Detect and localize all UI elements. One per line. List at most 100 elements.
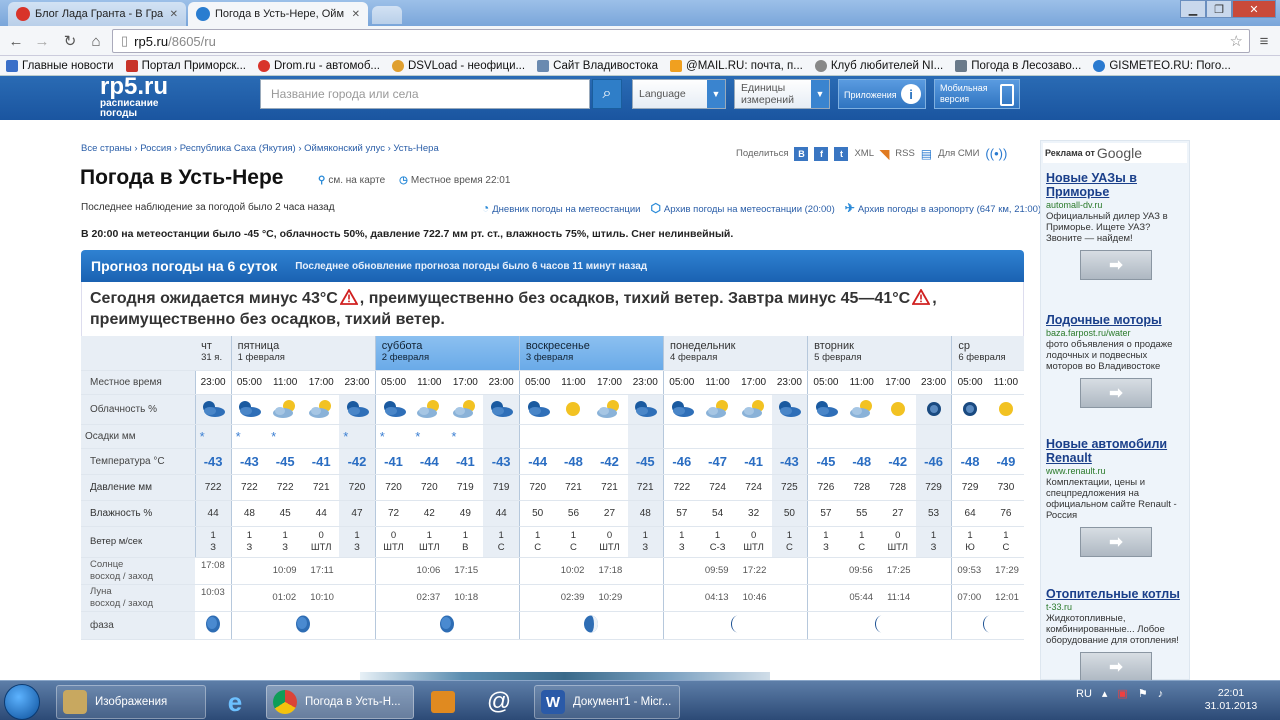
bookmark-item[interactable]: Портал Приморск... xyxy=(120,59,252,72)
vk-icon[interactable]: B xyxy=(794,146,809,161)
tray-arrow-icon[interactable]: ▴ xyxy=(1102,687,1108,700)
ad-arrow-button[interactable]: ➡ xyxy=(1080,250,1152,280)
taskbar-word[interactable]: W Документ1 - Micr... xyxy=(534,685,680,719)
taskbar-ie[interactable]: e xyxy=(210,685,260,719)
taskbar-chrome[interactable]: Погода в Усть-Н... xyxy=(266,685,414,719)
bookmark-item[interactable]: Погода в Лесозаво... xyxy=(949,59,1087,72)
forward-icon[interactable]: → xyxy=(32,31,52,51)
xml-link[interactable]: XML xyxy=(854,148,874,159)
city-search-input[interactable]: Название города или села xyxy=(260,79,590,109)
ad-title[interactable]: Новые УАЗы в Приморье xyxy=(1046,171,1186,199)
broadcast-icon[interactable]: ((•)) xyxy=(985,146,1007,161)
volume-icon[interactable]: ♪ xyxy=(1158,688,1164,700)
day-header[interactable]: ср 6 февраля xyxy=(951,336,1024,371)
ad-item[interactable]: Новые автомобили Renault www.renault.ru Ко… xyxy=(1046,437,1186,557)
close-window-icon[interactable]: ✕ xyxy=(1232,0,1276,18)
bookmark-item[interactable]: Drom.ru - автомоб... xyxy=(252,59,386,72)
ad-arrow-button[interactable]: ➡ xyxy=(1080,378,1152,408)
ad-title[interactable]: Лодочные моторы xyxy=(1046,313,1186,327)
reload-icon[interactable]: ↻ xyxy=(60,31,80,51)
cloud-cell xyxy=(555,394,592,425)
media-link[interactable]: Для СМИ xyxy=(938,148,979,159)
minimize-icon[interactable]: ▁ xyxy=(1180,0,1206,18)
station-diary-link[interactable]: ◔ Дневник погоды на метеостанции xyxy=(482,201,640,215)
new-tab-button[interactable] xyxy=(372,6,402,24)
precip-cell xyxy=(303,424,340,449)
menu-icon[interactable]: ≡ xyxy=(1254,31,1274,51)
humidity-cell: 50 xyxy=(518,500,556,527)
bookmark-icon xyxy=(1093,59,1106,72)
rss-icon[interactable]: ◥ xyxy=(880,147,889,161)
address-bar[interactable]: ▯ rp5.ru/8605/ru ☆ xyxy=(112,29,1250,53)
day-header[interactable]: понедельник 4 февраля xyxy=(663,336,808,371)
bookmark-star-icon[interactable]: ☆ xyxy=(1230,32,1243,50)
ad-title[interactable]: Отопительные котлы xyxy=(1046,587,1186,601)
flag-icon[interactable]: ⚑ xyxy=(1138,687,1148,700)
airport-archive-link[interactable]: ✈ Архив погоды в аэропорту (647 км, 21:00… xyxy=(845,201,1041,215)
partly-cloudy-icon xyxy=(416,400,442,418)
back-icon[interactable]: ← xyxy=(6,31,26,51)
ad-title[interactable]: Новые автомобили Renault xyxy=(1046,437,1186,465)
sun-icon xyxy=(560,402,586,416)
wind-speed: 1 xyxy=(246,529,253,541)
ad-arrow-button[interactable]: ➡ xyxy=(1080,652,1152,682)
day-header[interactable]: чт 31 я. xyxy=(195,336,232,371)
moon-rise: 02:39 xyxy=(560,592,585,603)
bookmark-item[interactable]: Клуб любителей NI... xyxy=(809,59,949,72)
twitter-icon[interactable]: t xyxy=(834,146,849,161)
mobile-version-button[interactable]: Мобильная версия xyxy=(934,79,1020,109)
day-header[interactable]: пятница 1 февраля xyxy=(230,336,376,371)
precip-cell xyxy=(663,424,700,449)
units-dropdown[interactable]: Единицы измерений ▼ xyxy=(734,79,830,109)
taskbar-mail[interactable]: @ xyxy=(474,685,524,719)
day-header[interactable]: суббота 2 февраля xyxy=(374,336,520,371)
time-cell: 11:00 xyxy=(843,370,880,395)
taskbar-media[interactable] xyxy=(418,685,468,719)
wind-direction: З xyxy=(246,541,253,553)
maximize-icon[interactable]: ❐ xyxy=(1206,0,1232,18)
network-icon[interactable]: ▣ xyxy=(1117,687,1127,700)
apps-button[interactable]: Приложения i xyxy=(838,79,926,109)
day-header[interactable]: воскресенье 3 февраля xyxy=(518,336,664,371)
bookmark-item[interactable]: @MAIL.RU: почта, п... xyxy=(664,59,809,72)
close-tab-icon[interactable]: ✕ xyxy=(164,9,178,20)
moon-phase-cell xyxy=(230,611,376,640)
browser-tab-weather[interactable]: Погода в Усть-Нере, Ойм ✕ xyxy=(188,2,368,26)
station-archive-link[interactable]: ⬡ Архив погоды на метеостанции (20:00) xyxy=(650,201,834,215)
bookmark-item[interactable]: Сайт Владивостока xyxy=(531,59,664,72)
day-header[interactable]: вторник 5 февраля xyxy=(807,336,952,371)
temp-cell: -48 xyxy=(555,448,592,475)
cloud-cell xyxy=(987,394,1024,425)
close-tab-icon[interactable]: ✕ xyxy=(346,9,360,20)
language-dropdown[interactable]: Language ▼ xyxy=(632,79,726,109)
home-icon[interactable]: ⌂ xyxy=(86,31,106,51)
banner-strip[interactable] xyxy=(360,672,770,680)
moon-rise: 07:00 xyxy=(957,592,982,603)
cloud-cell xyxy=(411,394,448,425)
ad-arrow-button[interactable]: ➡ xyxy=(1080,527,1152,557)
ad-description: Официальный дилер УАЗ в Приморье. Ищете … xyxy=(1046,211,1168,244)
ad-item[interactable]: Отопительные котлы t-33.ru Жидкотопливные,… xyxy=(1046,587,1186,682)
rss-link[interactable]: RSS xyxy=(895,148,915,159)
widget-icon[interactable]: ▤ xyxy=(921,147,932,161)
cloud-cell xyxy=(591,394,628,425)
language-indicator[interactable]: RU xyxy=(1076,688,1092,700)
site-logo[interactable]: rp5.ru расписание погоды xyxy=(100,75,168,119)
browser-tab-blog[interactable]: Блог Лада Гранта - В Гра ✕ xyxy=(8,2,186,26)
search-button[interactable]: ⌕ xyxy=(592,79,622,109)
bookmark-item[interactable]: DSVLoad - неофици... xyxy=(386,59,531,72)
map-link[interactable]: ⚲ см. на карте xyxy=(318,175,385,186)
ad-item[interactable]: Лодочные моторы baza.farpost.ru/water фото… xyxy=(1046,313,1186,408)
bookmarks-bar: Главные новости Портал Приморск... Drom.… xyxy=(0,56,1280,76)
breadcrumb[interactable]: Все страны › Россия › Республика Саха (Я… xyxy=(81,143,439,154)
temp-cell: -48 xyxy=(843,448,880,475)
start-button[interactable] xyxy=(4,684,40,720)
bookmark-item[interactable]: GISMETEO.RU: Пого... xyxy=(1087,59,1236,72)
bookmark-item[interactable]: Главные новости xyxy=(0,59,120,72)
wind-speed: 1 xyxy=(714,529,721,541)
facebook-icon[interactable]: f xyxy=(814,146,829,161)
precip-cell: * xyxy=(411,424,448,449)
system-clock[interactable]: 22:01 31.01.2013 xyxy=(1196,687,1266,713)
taskbar-explorer[interactable]: Изображения xyxy=(56,685,206,719)
ad-item[interactable]: Новые УАЗы в Приморье automall-dv.ru Офици… xyxy=(1046,171,1186,280)
